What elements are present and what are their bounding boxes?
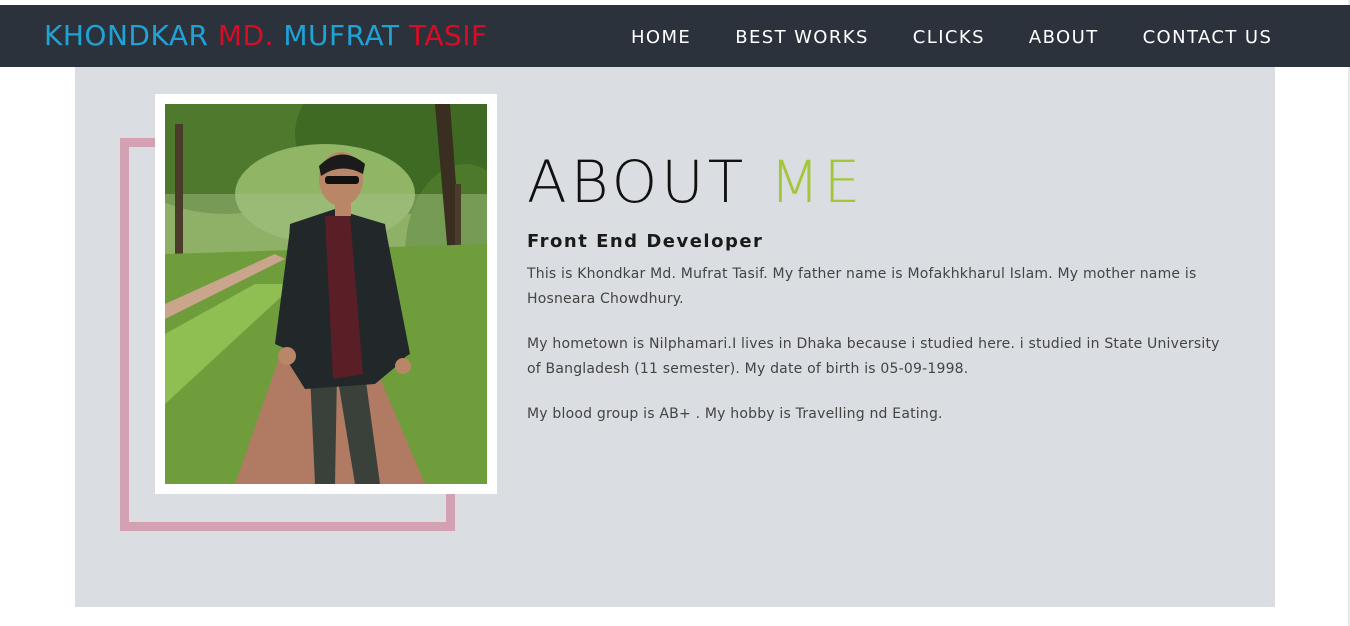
- nav-clicks[interactable]: CLICKS: [913, 27, 985, 48]
- profile-photo: [165, 104, 487, 484]
- nav-contact-us[interactable]: CONTACT US: [1143, 27, 1273, 48]
- about-paragraph-1: This is Khondkar Md. Mufrat Tasif. My fa…: [527, 266, 1197, 307]
- profile-photo-frame: [155, 94, 497, 494]
- job-title: Front End Developer: [527, 231, 764, 252]
- about-text: ABOUT ME Front End Developer This is Kho…: [527, 147, 1227, 427]
- about-section: ABOUT ME Front End Developer This is Kho…: [75, 67, 1275, 607]
- brand-part-3: MUFRAT: [283, 19, 409, 52]
- park-portrait-illustration: [165, 104, 487, 484]
- nav-best-works[interactable]: BEST WORKS: [735, 27, 869, 48]
- brand-part-2: MD.: [217, 19, 284, 52]
- about-paragraph-3: My blood group is AB+ . My hobby is Trav…: [527, 406, 943, 422]
- heading-about: ABOUT: [527, 148, 770, 216]
- brand-part-1: KHONDKAR: [44, 19, 218, 52]
- about-paragraph-2: My hometown is Nilphamari.I lives in Dha…: [527, 336, 1220, 377]
- nav-home[interactable]: HOME: [631, 27, 691, 48]
- heading-me: ME: [769, 148, 865, 216]
- nav-links: HOME BEST WORKS CLICKS ABOUT CONTACT US: [631, 27, 1272, 48]
- about-heading: ABOUT ME: [527, 147, 1227, 217]
- top-navbar: KHONDKAR MD. MUFRAT TASIF HOME BEST WORK…: [0, 5, 1350, 67]
- nav-about[interactable]: ABOUT: [1029, 27, 1099, 48]
- brand-part-4: TASIF: [408, 19, 488, 52]
- brand-logo[interactable]: KHONDKAR MD. MUFRAT TASIF: [44, 19, 488, 52]
